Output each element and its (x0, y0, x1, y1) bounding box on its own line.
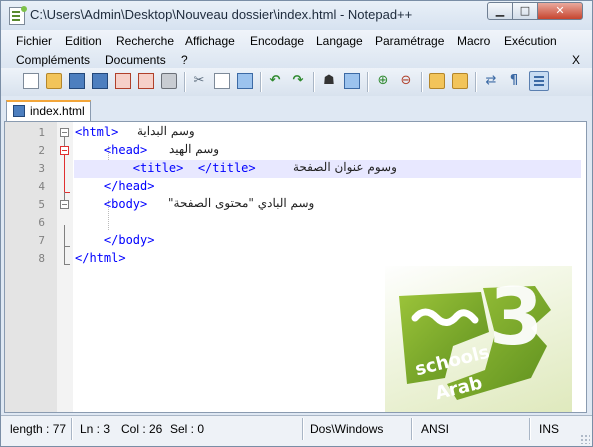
toolbar-separator (367, 72, 368, 92)
status-insert-mode: INS (539, 422, 560, 436)
saved-file-icon (13, 105, 25, 117)
copy-icon[interactable] (214, 73, 230, 89)
notepad-app-icon (9, 6, 27, 25)
save-icon[interactable] (69, 73, 85, 89)
word-wrap-icon[interactable]: ⇄ (483, 73, 499, 89)
line-number: 4 (38, 180, 45, 193)
line-number: 6 (38, 216, 45, 229)
menu-complements[interactable]: Compléments (16, 53, 90, 67)
menu-bar: Fichier Edition Recherche Affichage Enco… (1, 30, 592, 68)
code-line: 6 (5, 214, 586, 232)
code-line: 5 <body> وسم البادي "محتوى الصفحة" (5, 196, 586, 214)
minimize-button[interactable]: ▁ (487, 2, 513, 20)
menu-help[interactable]: ? (181, 53, 188, 67)
code-line: 2 <head> وسم الهيد (5, 142, 586, 160)
status-divider (71, 418, 72, 440)
arabic-comment: وسوم عنوان الصفحة (293, 160, 397, 174)
code-text: </body> (75, 233, 155, 247)
zoom-out-icon[interactable]: ⊖ (398, 73, 414, 89)
sync-horizontal-icon[interactable] (452, 73, 468, 89)
tab-label: index.html (30, 104, 85, 118)
code-text: </head> (75, 179, 155, 193)
code-line: 4 </head> (5, 178, 586, 196)
code-line-current: 3 <title> </title> وسوم عنوان الصفحة (5, 160, 586, 178)
close-document-button[interactable]: X (572, 53, 580, 67)
code-text: </html> (75, 251, 126, 265)
status-divider (529, 418, 530, 440)
open-folder-icon[interactable] (46, 73, 62, 89)
code-line: 1 <html> وسم البداية (5, 124, 586, 142)
toolbar-separator (184, 72, 185, 92)
window-title: C:\Users\Admin\Desktop\Nouveau dossier\i… (30, 7, 413, 22)
new-file-icon[interactable] (23, 73, 39, 89)
status-selection: Sel : 0 (170, 422, 205, 436)
close-window-button[interactable]: ✕ (537, 2, 583, 20)
menu-macro[interactable]: Macro (457, 34, 490, 48)
code-text: <html> (75, 125, 119, 139)
indent-guide-icon[interactable] (529, 71, 549, 91)
fold-toggle-icon[interactable] (60, 146, 69, 155)
line-number: 3 (38, 162, 45, 175)
menu-langage[interactable]: Langage (316, 34, 363, 48)
menu-affichage[interactable]: Affichage (185, 34, 235, 48)
status-eol[interactable]: Dos\Windows (310, 419, 383, 439)
line-number: 7 (38, 234, 45, 247)
toolbar: ✂ ↶ ↷ ☗ ⊕ ⊖ ⇄ ¶ (1, 68, 592, 96)
code-text: <title> </title> (75, 161, 256, 175)
status-length: length : 77 (10, 422, 67, 436)
status-line: Ln : 3 (80, 422, 111, 436)
code-line: 7 </body> (5, 232, 586, 250)
menu-recherche[interactable]: Recherche (116, 34, 174, 48)
w3schools-arab-logo: 3 schools Arab (385, 266, 572, 412)
paste-icon[interactable] (237, 73, 253, 89)
line-number: 1 (38, 126, 45, 139)
menu-documents[interactable]: Documents (105, 53, 166, 67)
find-icon[interactable]: ☗ (321, 73, 337, 89)
status-encoding[interactable]: ANSI (421, 419, 449, 439)
sync-vertical-icon[interactable] (429, 73, 445, 89)
close-all-icon[interactable] (138, 73, 154, 89)
arabic-comment: وسم البداية (137, 124, 195, 138)
code-text: <body> (75, 197, 148, 211)
line-number: 5 (38, 198, 45, 211)
menu-parametrage[interactable]: Paramétrage (375, 34, 444, 48)
arabic-comment: وسم الهيد (169, 142, 220, 156)
menu-execution[interactable]: Exécution (504, 34, 557, 48)
menu-fichier[interactable]: Fichier (16, 34, 52, 48)
fold-toggle-icon[interactable] (60, 128, 69, 137)
print-icon[interactable] (161, 73, 177, 89)
toolbar-separator (313, 72, 314, 92)
arabic-comment: وسم البادي "محتوى الصفحة" (168, 196, 315, 210)
undo-icon[interactable]: ↶ (267, 73, 283, 89)
menu-edition[interactable]: Edition (65, 34, 102, 48)
document-tab-strip: index.html (1, 96, 592, 121)
fold-toggle-icon[interactable] (60, 200, 69, 209)
line-number: 2 (38, 144, 45, 157)
zoom-in-icon[interactable]: ⊕ (375, 73, 391, 89)
title-bar[interactable]: C:\Users\Admin\Desktop\Nouveau dossier\i… (1, 1, 592, 30)
status-column: Col : 26 (121, 422, 163, 436)
toolbar-separator (475, 72, 476, 92)
redo-icon[interactable]: ↷ (290, 73, 306, 89)
notepad-window: C:\Users\Admin\Desktop\Nouveau dossier\i… (0, 0, 593, 447)
toolbar-separator (421, 72, 422, 92)
cut-icon[interactable]: ✂ (191, 73, 207, 89)
logo-numeral: 3 (489, 273, 544, 363)
line-number: 8 (38, 252, 45, 265)
status-divider (302, 418, 303, 440)
status-divider (411, 418, 412, 440)
code-text: <head> (75, 143, 148, 157)
resize-grip-icon[interactable] (580, 434, 590, 444)
show-all-characters-icon[interactable]: ¶ (506, 73, 522, 89)
save-all-icon[interactable] (92, 73, 108, 89)
replace-icon[interactable] (344, 73, 360, 89)
tab-index-html[interactable]: index.html (6, 100, 91, 121)
maximize-button[interactable]: □ (512, 2, 538, 20)
close-file-icon[interactable] (115, 73, 131, 89)
status-bar: length : 77 Ln : 3 Col : 26 Sel : 0 Dos\… (1, 415, 592, 446)
toolbar-separator (260, 72, 261, 92)
menu-encodage[interactable]: Encodage (250, 34, 304, 48)
